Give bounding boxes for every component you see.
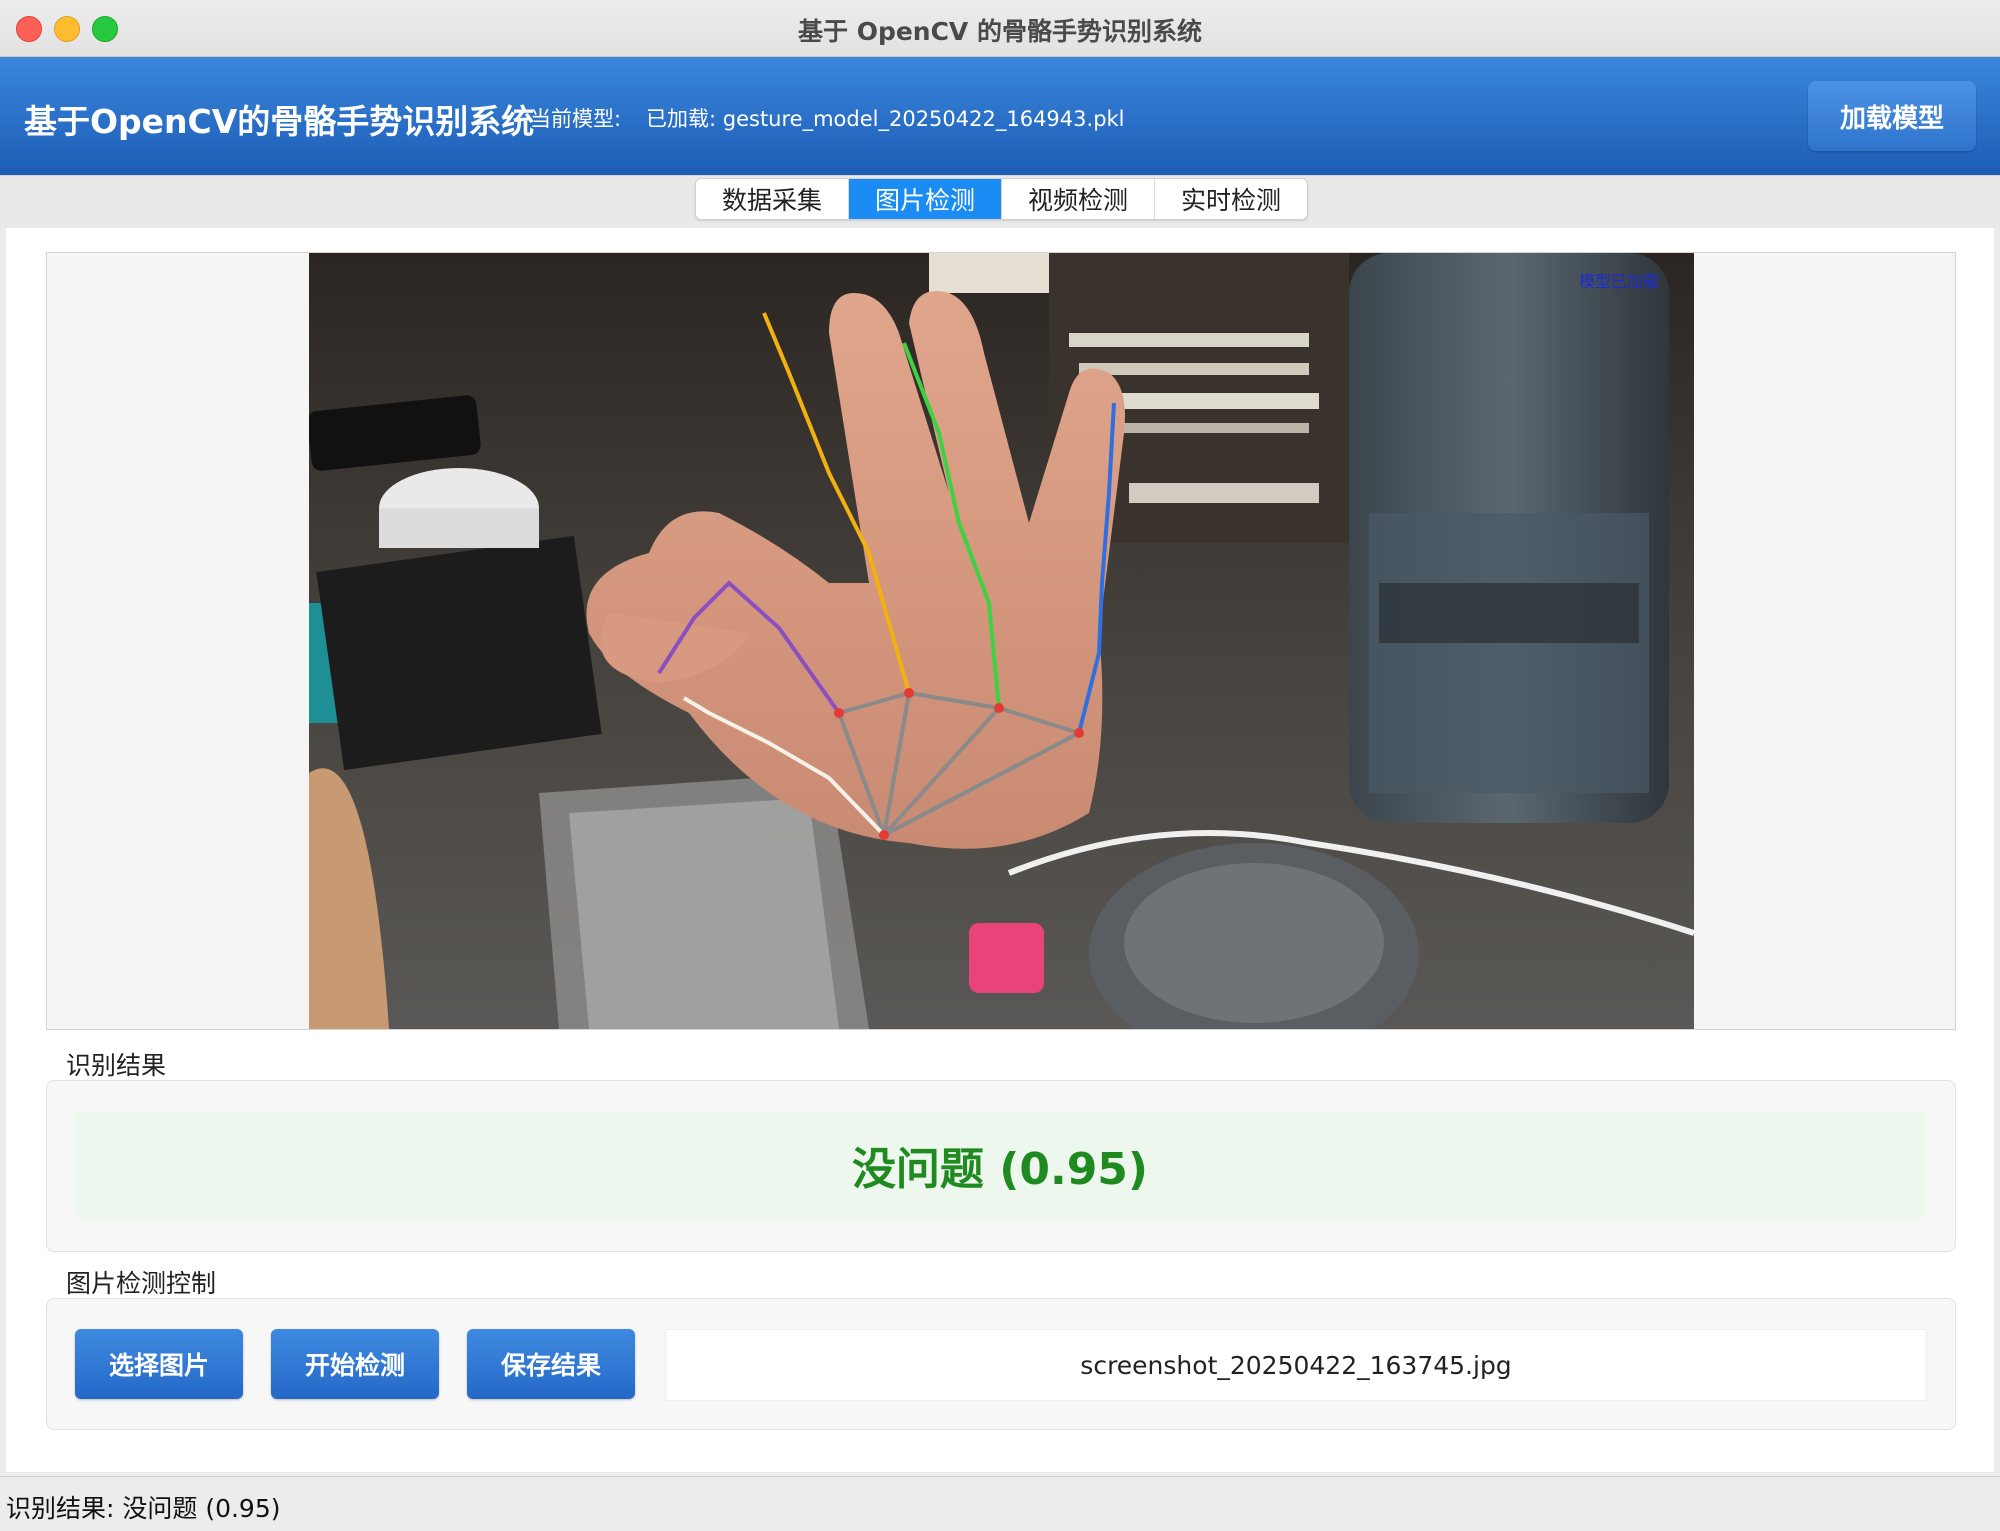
tab-bar: 数据采集 图片检测 视频检测 实时检测 [0,175,2000,228]
recognition-result: 没问题 (0.95) [75,1111,1925,1219]
window-titlebar: 基于 OpenCV 的骨骼手势识别系统 [0,0,2000,57]
status-bar: 识别结果: 没问题 (0.95) [0,1476,2000,1531]
app-title: 基于OpenCV的骨骼手势识别系统 [24,102,535,141]
model-status: 已加载: gesture_model_20250422_164943.pkl [646,107,1125,131]
model-loaded-overlay: 模型已加载 [1579,272,1659,291]
tab-data-collection[interactable]: 数据采集 [696,179,849,219]
image-detection-controls: 选择图片 开始检测 保存结果 screenshot_20250422_16374… [46,1298,1956,1430]
detection-image: 模型已加载 [309,253,1694,1029]
result-panel: 没问题 (0.95) [46,1080,1956,1252]
image-detection-page: 模型已加载 识别结果 没问题 (0.95) 图片检测控制 选择图片 开始检测 保… [6,228,1994,1472]
model-label: 当前模型: [530,107,622,131]
result-section-label: 识别结果 [66,1051,167,1080]
selected-file-name: screenshot_20250422_163745.jpg [665,1329,1927,1401]
select-image-button[interactable]: 选择图片 [75,1329,243,1399]
tab-group: 数据采集 图片检测 视频检测 实时检测 [695,178,1308,220]
window-title: 基于 OpenCV 的骨骼手势识别系统 [797,17,1202,46]
controls-section-label: 图片检测控制 [66,1269,217,1298]
tab-image-detection[interactable]: 图片检测 [849,179,1002,219]
load-model-button[interactable]: 加载模型 [1808,81,1976,151]
app-header: 基于OpenCV的骨骼手势识别系统 当前模型: 已加载: gesture_mod… [0,57,2000,175]
status-text: 识别结果: 没问题 (0.95) [6,1494,281,1523]
save-result-button[interactable]: 保存结果 [467,1329,635,1399]
tab-realtime-detection[interactable]: 实时检测 [1155,179,1307,219]
start-detection-button[interactable]: 开始检测 [271,1329,439,1399]
tab-video-detection[interactable]: 视频检测 [1002,179,1155,219]
image-display-panel: 模型已加载 [46,252,1956,1030]
